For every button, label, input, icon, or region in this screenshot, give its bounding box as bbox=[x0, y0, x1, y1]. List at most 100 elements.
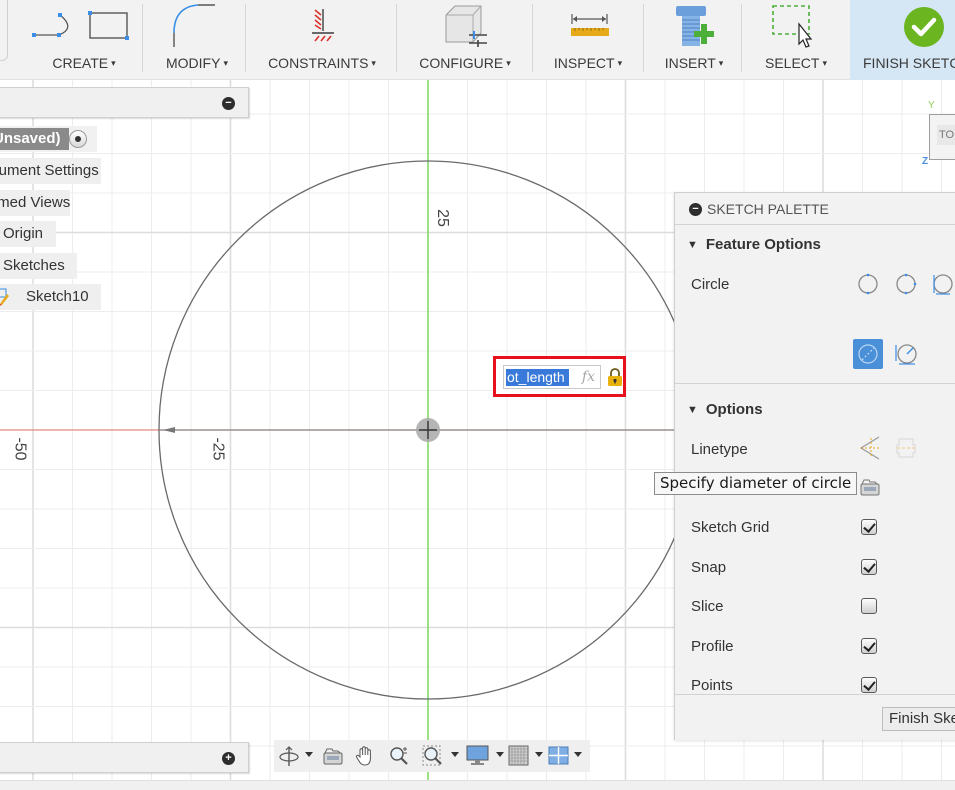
axis-label-x-neg-50: -50 bbox=[11, 437, 29, 461]
display-settings-icon bbox=[466, 745, 489, 765]
toolbar-separator bbox=[142, 4, 143, 72]
insert-label: INSERT ▾ bbox=[664, 55, 724, 71]
fx-icon[interactable]: fx bbox=[582, 369, 595, 385]
toolbar-separator bbox=[245, 4, 246, 72]
points-checkbox[interactable] bbox=[861, 677, 877, 693]
viewcube-z-axis-label: Z bbox=[922, 156, 929, 167]
browser-item-sketch10[interactable]: Sketch10 bbox=[0, 284, 101, 310]
configure-cube-icon bbox=[445, 5, 487, 47]
browser-item-named-views[interactable]: Named Views bbox=[0, 190, 70, 216]
three-point-circle-icon[interactable] bbox=[928, 269, 955, 299]
palette-collapse-icon[interactable]: − bbox=[689, 203, 702, 216]
configure-menu[interactable]: CONFIGURE ▾ bbox=[405, 0, 525, 80]
tooltip: Specify diameter of circle bbox=[654, 472, 858, 495]
lock-icon[interactable] bbox=[607, 368, 623, 386]
points-label: Points bbox=[691, 677, 733, 694]
inspect-label: INSPECT ▾ bbox=[553, 55, 623, 71]
sketch-palette-header[interactable]: − SKETCH PALETTE bbox=[675, 193, 955, 225]
linetype-label: Linetype bbox=[691, 441, 748, 458]
look-at-icon bbox=[323, 748, 343, 765]
modify-menu[interactable]: MODIFY ▾ bbox=[150, 0, 244, 80]
orbit-button[interactable] bbox=[278, 745, 300, 767]
toolbar: CREATE ▾ MODIFY ▾ CONSTRAINTS ▾ CONFIGUR… bbox=[0, 0, 955, 80]
feature-options-section[interactable]: ▼ Feature Options bbox=[687, 236, 821, 253]
zoom-window-icon bbox=[422, 745, 442, 766]
viewports-caret-icon[interactable] bbox=[574, 752, 582, 757]
slice-checkbox[interactable] bbox=[861, 598, 877, 614]
construction-linetype-icon[interactable] bbox=[855, 433, 885, 463]
origin-point-icon[interactable] bbox=[416, 418, 442, 444]
modify-label: MODIFY ▾ bbox=[166, 55, 228, 71]
line-arc-rectangle-icon bbox=[32, 11, 129, 40]
look-at-icon[interactable] bbox=[855, 473, 885, 503]
create-menu[interactable]: CREATE ▾ bbox=[26, 0, 142, 80]
browser-item-label: Named Views bbox=[0, 194, 71, 211]
collapse-triangle-icon: ▼ bbox=[687, 404, 698, 416]
display-settings-button[interactable] bbox=[466, 745, 490, 767]
two-point-circle-icon[interactable] bbox=[891, 269, 921, 299]
display-settings-caret-icon[interactable] bbox=[496, 752, 504, 757]
grid-snaps-caret-icon[interactable] bbox=[535, 752, 543, 757]
document-title: (Unsaved) bbox=[0, 128, 69, 150]
options-section[interactable]: ▼ Options bbox=[687, 401, 763, 418]
browser-collapse-icon[interactable]: − bbox=[222, 97, 235, 110]
circle-type-label: Circle bbox=[691, 276, 730, 293]
inspect-menu[interactable]: INSPECT ▾ bbox=[541, 0, 635, 80]
sketch-pencil-icon bbox=[0, 288, 9, 306]
look-at-button[interactable] bbox=[322, 745, 344, 767]
center-diameter-circle-icon[interactable] bbox=[853, 269, 883, 299]
sketch-palette-title: SKETCH PALETTE bbox=[707, 201, 829, 217]
tangent-circle-icon[interactable] bbox=[891, 339, 921, 369]
slice-label: Slice bbox=[691, 598, 724, 615]
fix-constraint-icon bbox=[312, 9, 334, 42]
select-menu[interactable]: SELECT ▾ bbox=[750, 0, 842, 80]
toolbar-separator bbox=[396, 4, 397, 72]
constraints-menu[interactable]: CONSTRAINTS ▾ bbox=[255, 0, 389, 80]
browser-item-origin[interactable]: Origin bbox=[0, 221, 56, 247]
viewports-icon bbox=[548, 746, 569, 765]
toolbar-separator bbox=[643, 4, 644, 72]
configure-label: CONFIGURE ▾ bbox=[419, 55, 511, 71]
browser-item-document-settings[interactable]: Document Settings bbox=[0, 158, 101, 184]
finish-sketch-palette-button[interactable]: Finish Sketch bbox=[882, 707, 955, 731]
grid-snaps-button[interactable] bbox=[508, 745, 530, 767]
select-label: SELECT ▾ bbox=[765, 55, 827, 71]
toolbar-left-edge bbox=[0, 0, 8, 61]
toolbar-separator bbox=[741, 4, 742, 72]
snap-checkbox[interactable] bbox=[861, 559, 877, 575]
diameter-dimension-input[interactable]: ot_length fx bbox=[503, 365, 601, 389]
fillet-icon bbox=[173, 4, 215, 47]
insert-menu[interactable]: INSERT ▾ bbox=[652, 0, 736, 80]
browser-document-node[interactable]: (Unsaved) bbox=[0, 126, 97, 152]
comments-panel-header[interactable]: + bbox=[0, 742, 249, 773]
browser-item-label: Origin bbox=[3, 225, 44, 242]
status-bar bbox=[0, 780, 955, 790]
active-document-radio-icon[interactable] bbox=[69, 130, 87, 148]
fit-caret-icon[interactable] bbox=[451, 752, 459, 757]
browser-panel-header[interactable]: − bbox=[0, 87, 249, 118]
finish-sketch-button[interactable]: FINISH SKETCH bbox=[850, 0, 955, 80]
pan-button[interactable] bbox=[354, 745, 376, 767]
sketch-palette: − SKETCH PALETTE ▼ Feature Options Circle bbox=[674, 192, 955, 740]
sketch-grid-checkbox[interactable] bbox=[861, 519, 877, 535]
viewports-button[interactable] bbox=[548, 745, 570, 767]
insert-bolt-icon bbox=[676, 6, 714, 46]
fit-button[interactable] bbox=[422, 745, 444, 767]
zoom-button[interactable] bbox=[388, 745, 410, 767]
collapse-triangle-icon: ▼ bbox=[687, 239, 698, 251]
finish-check-icon bbox=[904, 7, 944, 47]
browser-item-sketches[interactable]: Sketches bbox=[0, 253, 77, 279]
sketch-palette-body[interactable]: ▼ Feature Options Circle ▼ Options Linetyp… bbox=[675, 225, 955, 694]
orbit-icon bbox=[279, 746, 299, 766]
profile-checkbox[interactable] bbox=[861, 638, 877, 654]
viewcube[interactable]: TOP bbox=[929, 114, 955, 160]
comments-expand-icon[interactable]: + bbox=[222, 752, 235, 765]
orbit-caret-icon[interactable] bbox=[305, 752, 313, 757]
fusion-sketch-window: CREATE ▾ MODIFY ▾ CONSTRAINTS ▾ CONFIGUR… bbox=[0, 0, 955, 790]
centerline-linetype-icon[interactable] bbox=[891, 433, 921, 463]
viewcube-top-face[interactable]: TOP bbox=[937, 125, 955, 145]
sketch-grid-label: Sketch Grid bbox=[691, 519, 770, 536]
zoom-icon bbox=[390, 747, 408, 765]
axis-label-y-25: 25 bbox=[433, 209, 451, 227]
2-point-diameter-circle-icon[interactable] bbox=[853, 339, 883, 369]
